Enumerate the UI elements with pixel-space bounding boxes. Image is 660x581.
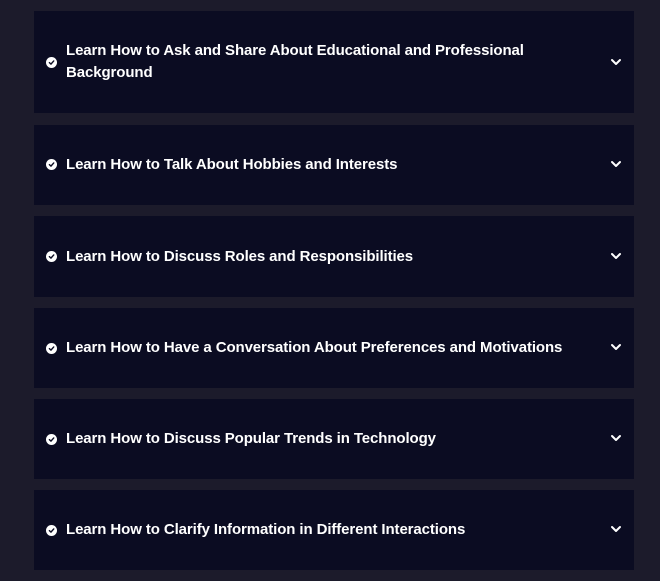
accordion-item-title: Learn How to Ask and Share About Educati…: [66, 42, 524, 81]
accordion-item-technology-trends[interactable]: Learn How to Discuss Popular Trends in T…: [34, 399, 634, 479]
chevron-down-icon[interactable]: [610, 58, 622, 66]
check-circle-icon: [46, 251, 57, 262]
accordion-item-educational-background[interactable]: Learn How to Ask and Share About Educati…: [34, 11, 634, 113]
accordion-item-title: Learn How to Talk About Hobbies and Inte…: [66, 156, 398, 173]
accordion-item-title: Learn How to Have a Conversation About P…: [66, 339, 563, 356]
chevron-down-icon[interactable]: [610, 343, 622, 351]
check-circle-icon: [46, 434, 57, 445]
accordion-item-roles-responsibilities[interactable]: Learn How to Discuss Roles and Responsib…: [34, 216, 634, 297]
accordion-item-hobbies-interests[interactable]: Learn How to Talk About Hobbies and Inte…: [34, 125, 634, 205]
accordion-list: Learn How to Ask and Share About Educati…: [0, 0, 660, 581]
chevron-down-icon[interactable]: [610, 252, 622, 260]
check-circle-icon: [46, 343, 57, 354]
chevron-down-icon[interactable]: [610, 160, 622, 168]
check-circle-icon: [46, 159, 57, 170]
check-circle-icon: [46, 525, 57, 536]
chevron-down-icon[interactable]: [610, 525, 622, 533]
accordion-item-title: Learn How to Discuss Popular Trends in T…: [66, 430, 436, 447]
accordion-item-preferences-motivations[interactable]: Learn How to Have a Conversation About P…: [34, 308, 634, 388]
chevron-down-icon[interactable]: [610, 434, 622, 442]
accordion-item-title: Learn How to Clarify Information in Diff…: [66, 521, 466, 538]
accordion-item-clarify-information[interactable]: Learn How to Clarify Information in Diff…: [34, 490, 634, 570]
check-circle-icon: [46, 57, 57, 68]
accordion-item-title: Learn How to Discuss Roles and Responsib…: [66, 248, 414, 265]
